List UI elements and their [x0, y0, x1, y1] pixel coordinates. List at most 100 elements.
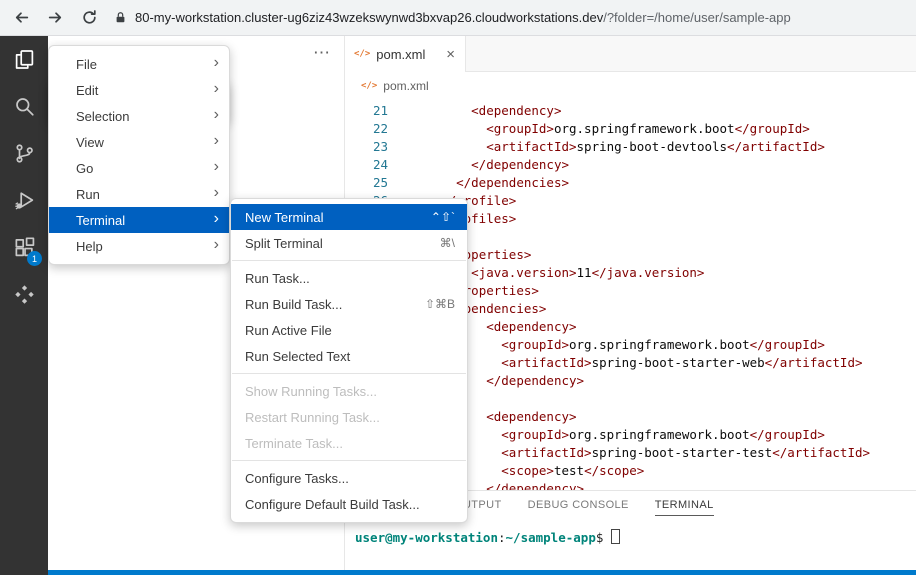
xml-file-icon: </> [354, 49, 370, 59]
menu-item-file[interactable]: File› [49, 51, 229, 77]
refresh-button[interactable] [80, 9, 98, 27]
browser-toolbar: 80-my-workstation.cluster-ug6ziz43wzeksw… [0, 0, 916, 36]
lock-icon [114, 10, 127, 25]
submenu-item-run-build-task[interactable]: Run Build Task...⇧⌘B [231, 291, 467, 317]
code-text: </dependency> [388, 156, 569, 174]
extensions-badge: 1 [27, 251, 42, 266]
menu-item-view[interactable]: View› [49, 129, 229, 155]
run-debug-icon [14, 190, 35, 211]
submenu-item-run-task[interactable]: Run Task... [231, 265, 467, 291]
terminal[interactable]: user@my-workstation:~/sample-app$ [355, 529, 916, 545]
terminal-prompt-colon: : [498, 530, 506, 545]
chevron-right-icon: › [214, 211, 219, 227]
menu-item-label: File [76, 57, 214, 72]
code-line[interactable]: 22 <groupId>org.springframework.boot</gr… [346, 120, 916, 138]
url-path: /?folder=/home/user/sample-app [603, 10, 791, 25]
terminal-prompt-symbol: $ [596, 530, 604, 545]
forward-button[interactable] [46, 9, 64, 27]
tab-label: pom.xml [376, 47, 438, 62]
submenu-item-label: Split Terminal [245, 236, 440, 251]
chevron-right-icon: › [214, 159, 219, 175]
submenu-item-show-running-tasks: Show Running Tasks... [231, 378, 467, 404]
cloud-code-icon [14, 284, 35, 305]
chevron-right-icon: › [214, 237, 219, 253]
forward-icon [47, 9, 64, 26]
menu-item-selection[interactable]: Selection› [49, 103, 229, 129]
submenu-item-configure-tasks[interactable]: Configure Tasks... [231, 465, 467, 491]
keybinding-label: ⇧⌘B [425, 297, 455, 311]
tab-pom-xml[interactable]: </> pom.xml × [346, 36, 466, 72]
more-actions-icon[interactable]: ⋯ [313, 44, 330, 61]
back-icon [13, 9, 30, 26]
submenu-item-label: Restart Running Task... [245, 410, 455, 425]
chevron-right-icon: › [214, 133, 219, 149]
keybinding-label: ⌃⇧` [431, 210, 455, 224]
menubar-dropdown: File›Edit›Selection›View›Go›Run›Terminal… [48, 45, 230, 265]
url-host: 80-my-workstation.cluster-ug6ziz43wzeksw… [135, 10, 603, 25]
menu-item-edit[interactable]: Edit› [49, 77, 229, 103]
submenu-item-label: Run Task... [245, 271, 455, 286]
activity-bar-explorer[interactable] [0, 36, 48, 83]
submenu-item-run-selected-text[interactable]: Run Selected Text [231, 343, 467, 369]
panel-tab-terminal[interactable]: TERMINAL [655, 499, 714, 516]
activity-bar: 1 [0, 36, 48, 575]
code-line[interactable]: 21 <dependency> [346, 102, 916, 120]
line-number: 25 [346, 174, 388, 192]
activity-bar-source-control[interactable] [0, 130, 48, 177]
search-icon [14, 96, 35, 117]
menu-item-run[interactable]: Run› [49, 181, 229, 207]
terminal-submenu: New Terminal⌃⇧`Split Terminal⌘\Run Task.… [230, 198, 468, 523]
address-bar[interactable]: 80-my-workstation.cluster-ug6ziz43wzeksw… [114, 10, 916, 25]
code-line[interactable]: 23 <artifactId>spring-boot-devtools</art… [346, 138, 916, 156]
code-line[interactable]: 24 </dependency> [346, 156, 916, 174]
xml-file-icon: </> [361, 81, 377, 91]
submenu-item-label: Show Running Tasks... [245, 384, 455, 399]
submenu-item-label: New Terminal [245, 210, 431, 225]
menu-separator [232, 460, 466, 461]
breadcrumb[interactable]: </> pom.xml [346, 73, 916, 98]
menu-item-label: Selection [76, 109, 214, 124]
menu-item-label: View [76, 135, 214, 150]
submenu-item-label: Configure Default Build Task... [245, 497, 455, 512]
submenu-item-new-terminal[interactable]: New Terminal⌃⇧` [231, 204, 467, 230]
url-text: 80-my-workstation.cluster-ug6ziz43wzeksw… [135, 10, 791, 25]
submenu-item-label: Terminate Task... [245, 436, 455, 451]
source-control-icon [14, 143, 35, 164]
code-line[interactable]: 25 </dependencies> [346, 174, 916, 192]
line-number: 22 [346, 120, 388, 138]
line-number: 21 [346, 102, 388, 120]
back-button[interactable] [12, 9, 30, 27]
submenu-item-label: Configure Tasks... [245, 471, 455, 486]
menu-item-label: Go [76, 161, 214, 176]
menu-item-help[interactable]: Help› [49, 233, 229, 259]
activity-bar-cloud-code[interactable] [0, 271, 48, 318]
screen: 80-my-workstation.cluster-ug6ziz43wzeksw… [0, 0, 916, 575]
submenu-item-label: Run Active File [245, 323, 455, 338]
submenu-item-split-terminal[interactable]: Split Terminal⌘\ [231, 230, 467, 256]
activity-bar-run-debug[interactable] [0, 177, 48, 224]
menu-item-label: Help [76, 239, 214, 254]
menu-item-terminal[interactable]: Terminal› [49, 207, 229, 233]
close-icon[interactable]: × [444, 47, 457, 62]
chevron-right-icon: › [214, 185, 219, 201]
menu-item-label: Run [76, 187, 214, 202]
submenu-item-run-active-file[interactable]: Run Active File [231, 317, 467, 343]
terminal-prompt-path: ~/sample-app [506, 530, 596, 545]
menu-separator [232, 260, 466, 261]
status-bar [48, 570, 916, 575]
activity-bar-search[interactable] [0, 83, 48, 130]
menu-item-go[interactable]: Go› [49, 155, 229, 181]
submenu-item-configure-default-build-task[interactable]: Configure Default Build Task... [231, 491, 467, 517]
keybinding-label: ⌘\ [440, 236, 455, 250]
explorer-icon [14, 49, 35, 70]
activity-bar-extensions[interactable]: 1 [0, 224, 48, 271]
line-number: 23 [346, 138, 388, 156]
submenu-item-terminate-task: Terminate Task... [231, 430, 467, 456]
code-text: <artifactId>spring-boot-devtools</artifa… [388, 138, 825, 156]
submenu-item-label: Run Build Task... [245, 297, 425, 312]
terminal-prompt-user-host: user@my-workstation [355, 530, 498, 545]
menu-separator [232, 373, 466, 374]
chevron-right-icon: › [214, 55, 219, 71]
menu-item-label: Terminal [76, 213, 214, 228]
panel-tab-debug-console[interactable]: DEBUG CONSOLE [528, 499, 629, 516]
